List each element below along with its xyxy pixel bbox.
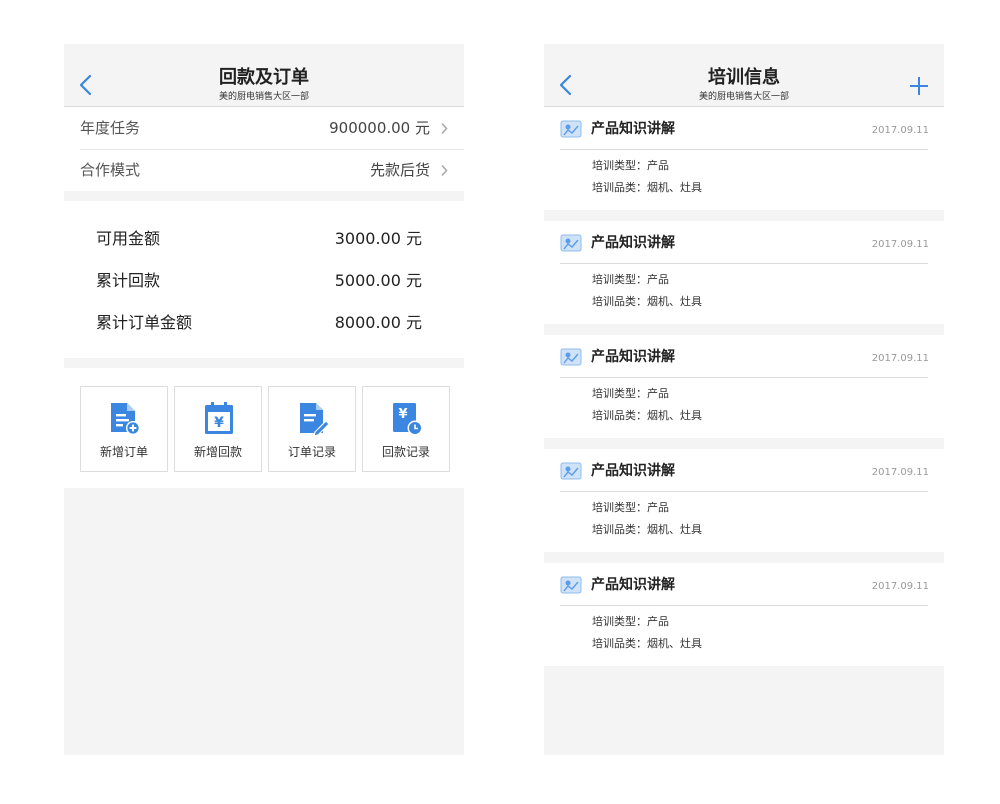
training-category: 培训品类：烟机、灶具 <box>592 637 702 650</box>
order-record-icon <box>300 403 330 437</box>
training-image-icon <box>560 120 582 138</box>
action-label: 新增回款 <box>193 445 242 459</box>
training-category: 培训品类：烟机、灶具 <box>592 295 702 308</box>
summary-label: 可用金额 <box>96 229 161 248</box>
add-payment-icon: ¥ <box>205 402 233 434</box>
training-card[interactable]: 产品知识讲解 2017.09.11 培训类型：产品 培训品类：烟机、灶具 <box>544 107 944 210</box>
training-category: 培训品类：烟机、灶具 <box>592 523 702 536</box>
training-category: 培训品类：烟机、灶具 <box>592 181 702 194</box>
training-image-icon <box>560 234 582 252</box>
add-order-icon <box>111 403 140 435</box>
training-card[interactable]: 产品知识讲解 2017.09.11 培训类型：产品 培训品类：烟机、灶具 <box>544 449 944 552</box>
nav-bar: 培训信息 美的厨电销售大区一部 <box>544 44 944 107</box>
card-date: 2017.09.11 <box>871 581 929 592</box>
row-label: 合作模式 <box>80 161 141 179</box>
add-payment-button[interactable]: ¥ 新增回款 <box>174 386 262 472</box>
row-label: 年度任务 <box>80 119 141 137</box>
card-date: 2017.09.11 <box>871 125 929 136</box>
card-title: 产品知识讲解 <box>591 235 675 251</box>
page-title: 培训信息 <box>708 67 780 88</box>
page-subtitle: 美的厨电销售大区一部 <box>218 92 309 102</box>
add-order-button[interactable]: 新增订单 <box>80 386 168 472</box>
action-label: 订单记录 <box>287 445 336 459</box>
summary-value: 5000.00 元 <box>334 271 422 290</box>
annual-task-row[interactable]: 年度任务 900000.00 元 <box>64 107 464 150</box>
orders-payments-screen: 回款及订单 美的厨电销售大区一部 年度任务 900000.00 元 合作模式 先… <box>64 44 464 755</box>
svg-text:¥: ¥ <box>214 415 224 431</box>
training-card[interactable]: 产品知识讲解 2017.09.11 培训类型：产品 培训品类：烟机、灶具 <box>544 335 944 438</box>
training-type: 培训类型：产品 <box>592 387 669 400</box>
cooperation-mode-row[interactable]: 合作模式 先款后货 <box>64 149 464 191</box>
payment-record-icon: ¥ <box>393 403 423 436</box>
page-subtitle: 美的厨电销售大区一部 <box>698 92 789 102</box>
training-type: 培训类型：产品 <box>592 159 669 172</box>
available-amount-row: 可用金额 3000.00 元 <box>64 227 464 251</box>
summary-label: 累计回款 <box>96 271 161 290</box>
card-date: 2017.09.11 <box>871 239 929 250</box>
payment-record-button[interactable]: ¥ 回款记录 <box>362 386 450 472</box>
chevron-right-icon <box>441 164 448 177</box>
summary-value: 8000.00 元 <box>334 313 422 332</box>
training-image-icon <box>560 462 582 480</box>
divider <box>560 263 928 264</box>
chevron-right-icon <box>441 122 448 135</box>
settings-list: 年度任务 900000.00 元 合作模式 先款后货 <box>64 107 464 191</box>
plus-icon[interactable] <box>908 75 930 97</box>
training-category: 培训品类：烟机、灶具 <box>592 409 702 422</box>
training-type: 培训类型：产品 <box>592 615 669 628</box>
training-card[interactable]: 产品知识讲解 2017.09.11 培训类型：产品 培训品类：烟机、灶具 <box>544 563 944 666</box>
divider <box>560 149 928 150</box>
summary-label: 累计订单金额 <box>96 313 193 332</box>
divider <box>560 491 928 492</box>
nav-bar: 回款及订单 美的厨电销售大区一部 <box>64 44 464 107</box>
card-title: 产品知识讲解 <box>591 463 675 479</box>
divider <box>560 377 928 378</box>
training-type: 培训类型：产品 <box>592 501 669 514</box>
divider <box>560 605 928 606</box>
page-title: 回款及订单 <box>219 67 309 88</box>
total-payment-row: 累计回款 5000.00 元 <box>64 269 464 293</box>
total-order-amount-row: 累计订单金额 8000.00 元 <box>64 311 464 335</box>
amount-summary: 可用金额 3000.00 元 累计回款 5000.00 元 累计订单金额 800… <box>64 201 464 358</box>
action-label: 新增订单 <box>99 445 148 459</box>
training-image-icon <box>560 348 582 366</box>
row-value: 先款后货 <box>369 161 430 179</box>
card-title: 产品知识讲解 <box>591 577 675 593</box>
training-type: 培训类型：产品 <box>592 273 669 286</box>
summary-value: 3000.00 元 <box>334 229 422 248</box>
card-date: 2017.09.11 <box>871 467 929 478</box>
training-card[interactable]: 产品知识讲解 2017.09.11 培训类型：产品 培训品类：烟机、灶具 <box>544 221 944 324</box>
svg-text:¥: ¥ <box>398 407 407 422</box>
training-info-screen: 培训信息 美的厨电销售大区一部 产品知识讲解 2017.09.11 培训类型：产… <box>544 44 944 755</box>
card-title: 产品知识讲解 <box>591 349 675 365</box>
row-value: 900000.00 元 <box>329 119 430 137</box>
order-record-button[interactable]: 订单记录 <box>268 386 356 472</box>
action-label: 回款记录 <box>381 445 430 459</box>
training-image-icon <box>560 576 582 594</box>
action-grid: 新增订单 ¥ 新增回款 订单记录 ¥ 回款记录 <box>64 368 464 488</box>
card-date: 2017.09.11 <box>871 353 929 364</box>
card-title: 产品知识讲解 <box>591 121 675 137</box>
